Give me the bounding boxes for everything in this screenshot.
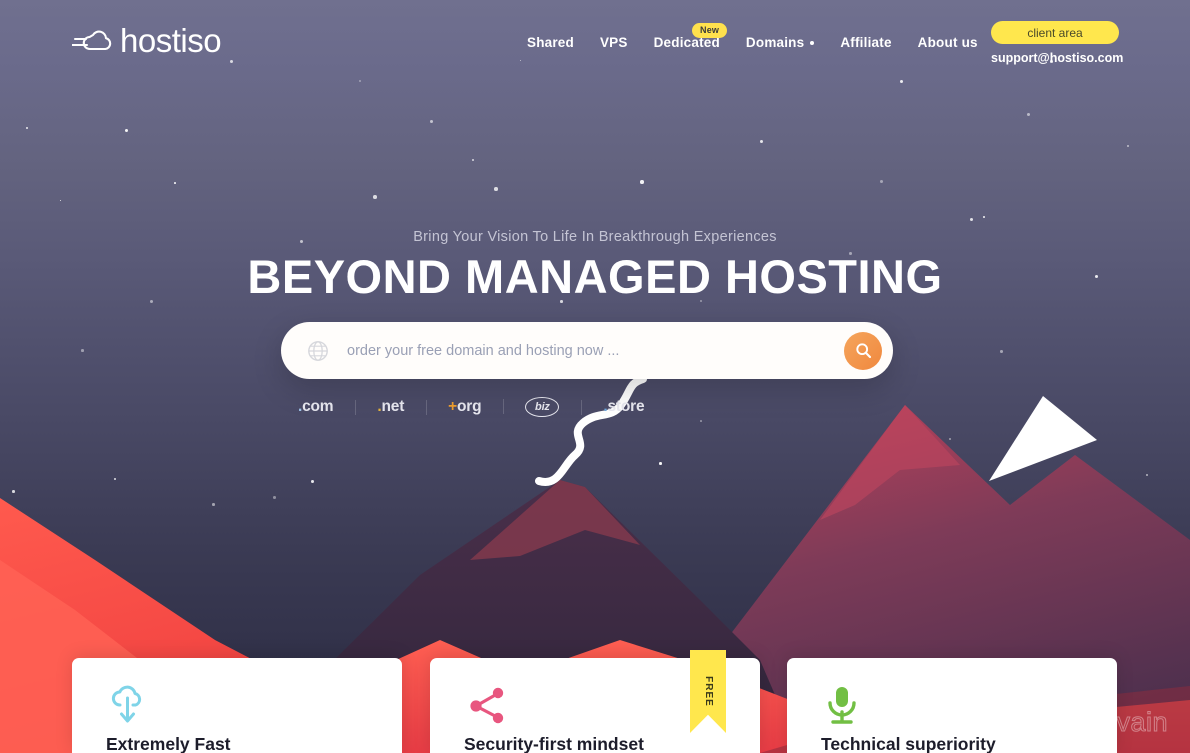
feature-card-title: Security-first mindset	[464, 734, 644, 753]
logo-text: hostiso	[120, 24, 221, 57]
globe-icon	[307, 340, 329, 362]
free-ribbon-label: FREE	[702, 676, 713, 707]
nav-vps-label: VPS	[600, 35, 628, 50]
tld-store-label: store	[608, 398, 645, 415]
feature-card-title: Technical superiority	[821, 734, 996, 753]
nav-shared-label: Shared	[527, 35, 574, 50]
main-navigation: Shared VPS Dedicated Domains Affiliate A…	[527, 35, 978, 50]
feature-card-extremely-fast[interactable]: Extremely Fast	[72, 658, 402, 753]
tld-com[interactable]: .com	[298, 398, 355, 416]
nav-affiliate-label: Affiliate	[840, 35, 891, 50]
revain-watermark: Revain	[1035, 705, 1168, 739]
tld-org-label: org	[457, 398, 481, 415]
tld-biz[interactable]: biz	[503, 397, 581, 417]
site-header: hostiso Shared VPS Dedicated Domains Aff…	[0, 0, 1190, 86]
tld-store[interactable]: .store	[581, 398, 666, 416]
revain-logo-icon	[1035, 705, 1069, 739]
nav-affiliate[interactable]: Affiliate	[840, 35, 891, 50]
search-button[interactable]	[844, 332, 882, 370]
nav-about-us-label: About us	[918, 35, 978, 50]
search-icon	[855, 342, 872, 359]
tld-net[interactable]: .net	[355, 398, 426, 416]
revain-watermark-text: Revain	[1081, 707, 1168, 738]
kite-icon	[985, 393, 1100, 483]
share-nodes-icon	[467, 685, 509, 730]
tld-org[interactable]: +org	[426, 398, 503, 416]
feature-cards: Extremely Fast Security-first mindset FR…	[0, 658, 1190, 753]
nav-domains[interactable]: Domains	[746, 35, 814, 50]
nav-shared[interactable]: Shared	[527, 35, 574, 50]
client-area-button[interactable]: client area	[991, 21, 1119, 44]
new-badge: New	[692, 23, 727, 38]
hero-headline: BEYOND MANAGED HOSTING	[0, 249, 1190, 304]
cloud-download-icon	[109, 685, 147, 730]
tld-net-label: net	[382, 398, 405, 415]
microphone-icon	[824, 685, 860, 730]
nav-domains-label: Domains	[746, 35, 804, 50]
tld-biz-label: biz	[525, 397, 559, 417]
nav-domains-dot-icon	[810, 41, 814, 45]
tld-com-label: com	[302, 398, 333, 415]
feature-card-title: Extremely Fast	[106, 734, 231, 753]
kite-string	[525, 375, 665, 490]
domain-search-bar	[281, 322, 893, 379]
hero-subtitle: Bring Your Vision To Life In Breakthroug…	[0, 229, 1190, 245]
support-email[interactable]: support@hostiso.com	[991, 51, 1119, 65]
hero-section: hostiso Shared VPS Dedicated Domains Aff…	[0, 0, 1190, 753]
nav-about-us[interactable]: About us	[918, 35, 978, 50]
tld-list: .com .net +org biz .store	[298, 396, 666, 418]
search-input[interactable]	[347, 343, 844, 359]
nav-vps[interactable]: VPS	[600, 35, 628, 50]
logo[interactable]: hostiso	[72, 24, 221, 57]
cloud-wind-icon	[72, 28, 114, 54]
